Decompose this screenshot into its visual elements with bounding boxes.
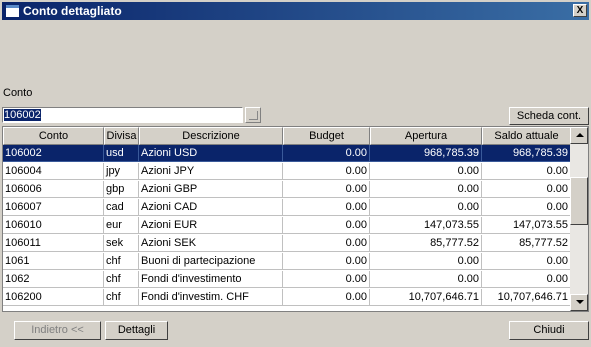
cell-conto: 106011	[3, 235, 104, 252]
cell-budget: 0.00	[283, 163, 370, 180]
cell-descrizione: Azioni SEK	[139, 235, 283, 252]
vertical-scrollbar[interactable]	[570, 127, 588, 311]
window-icon	[6, 5, 19, 17]
indietro-button[interactable]: Indietro <<	[14, 321, 101, 340]
cell-descrizione: Fondi d'investim. CHF	[139, 289, 283, 306]
cell-apertura: 0.00	[370, 181, 482, 198]
table-row[interactable]: 106007 cad Azioni CAD 0.00 0.00 0.00	[3, 199, 571, 216]
column-header-divisa[interactable]: Divisa	[104, 127, 139, 145]
cell-conto: 106006	[3, 181, 104, 198]
cell-saldo: 0.00	[482, 181, 571, 198]
cell-budget: 0.00	[283, 217, 370, 234]
cell-conto: 106004	[3, 163, 104, 180]
close-button[interactable]: X	[573, 4, 587, 17]
cell-apertura: 0.00	[370, 253, 482, 270]
column-header-saldo[interactable]: Saldo attuale	[482, 127, 571, 145]
table-row[interactable]: 106002 usd Azioni USD 0.00 968,785.39 968,785…	[3, 145, 571, 162]
dettagli-button[interactable]: Dettagli	[105, 321, 168, 340]
cell-divisa: eur	[104, 217, 139, 234]
cell-divisa: chf	[104, 289, 139, 306]
conto-dettagliato-window: Conto dettagliato X Conto 106002 Scheda …	[0, 0, 591, 347]
title-bar: Conto dettagliato X	[2, 2, 589, 20]
cell-apertura: 85,777.52	[370, 235, 482, 252]
conto-input-value: 106002	[4, 109, 41, 121]
cell-saldo: 0.00	[482, 199, 571, 216]
cell-divisa: usd	[104, 145, 139, 162]
cell-divisa: gbp	[104, 181, 139, 198]
conto-input[interactable]: 106002	[2, 107, 243, 123]
table-row[interactable]: 106006 gbp Azioni GBP 0.00 0.00 0.00	[3, 181, 571, 198]
cell-saldo: 147,073.55	[482, 217, 571, 234]
arrow-up-icon	[576, 133, 584, 137]
table-row[interactable]: 106004 jpy Azioni JPY 0.00 0.00 0.00	[3, 163, 571, 180]
arrow-down-icon	[576, 300, 584, 304]
cell-apertura: 10,707,646.71	[370, 289, 482, 306]
cell-divisa: chf	[104, 271, 139, 288]
scroll-thumb[interactable]	[570, 177, 588, 225]
cell-saldo: 968,785.39	[482, 145, 571, 162]
cell-conto: 106200	[3, 289, 104, 306]
cell-budget: 0.00	[283, 253, 370, 270]
scheda-cont-button[interactable]: Scheda cont.	[509, 107, 589, 125]
cell-saldo: 85,777.52	[482, 235, 571, 252]
accounts-table: Conto Divisa Descrizione Budget Apertura Sald…	[2, 126, 589, 312]
scroll-up-button[interactable]	[570, 127, 588, 144]
cell-budget: 0.00	[283, 271, 370, 288]
cell-budget: 0.00	[283, 181, 370, 198]
cell-descrizione: Fondi d'investimento	[139, 271, 283, 288]
cell-saldo: 10,707,646.71	[482, 289, 571, 306]
table-row[interactable]: 106010 eur Azioni EUR 0.00 147,073.55 147,073…	[3, 217, 571, 234]
window-title: Conto dettagliato	[23, 4, 122, 18]
cell-apertura: 0.00	[370, 199, 482, 216]
table-row[interactable]: 106011 sek Azioni SEK 0.00 85,777.52 85,777.5…	[3, 235, 571, 252]
scroll-down-button[interactable]	[570, 294, 588, 311]
table-row[interactable]: 106200 chf Fondi d'investim. CHF 0.00 10,707…	[3, 289, 571, 306]
cell-conto: 106002	[3, 145, 104, 162]
cell-descrizione: Azioni EUR	[139, 217, 283, 234]
cell-conto: 106010	[3, 217, 104, 234]
conto-label: Conto	[3, 87, 33, 99]
column-header-conto[interactable]: Conto	[3, 127, 104, 145]
cell-divisa: sek	[104, 235, 139, 252]
lookup-button[interactable]	[245, 107, 261, 123]
column-header-descrizione[interactable]: Descrizione	[139, 127, 283, 145]
cell-descrizione: Azioni USD	[139, 145, 283, 162]
column-header-apertura[interactable]: Apertura	[370, 127, 482, 145]
cell-apertura: 0.00	[370, 163, 482, 180]
cell-apertura: 147,073.55	[370, 217, 482, 234]
cell-budget: 0.00	[283, 289, 370, 306]
cell-divisa: jpy	[104, 163, 139, 180]
chiudi-button[interactable]: Chiudi	[509, 321, 589, 340]
cell-saldo: 0.00	[482, 253, 571, 270]
cell-conto: 106007	[3, 199, 104, 216]
cell-budget: 0.00	[283, 235, 370, 252]
cell-conto: 1062	[3, 271, 104, 288]
table-row[interactable]: 1061 chf Buoni di partecipazione 0.00 0.00 0.…	[3, 253, 571, 270]
cell-descrizione: Azioni GBP	[139, 181, 283, 198]
cell-budget: 0.00	[283, 145, 370, 162]
cell-descrizione: Buoni di partecipazione	[139, 253, 283, 270]
cell-divisa: chf	[104, 253, 139, 270]
cell-apertura: 968,785.39	[370, 145, 482, 162]
cell-apertura: 0.00	[370, 271, 482, 288]
cell-saldo: 0.00	[482, 271, 571, 288]
cell-conto: 1061	[3, 253, 104, 270]
table-row[interactable]: 1062 chf Fondi d'investimento 0.00 0.00 0.00	[3, 271, 571, 288]
cell-divisa: cad	[104, 199, 139, 216]
cell-descrizione: Azioni CAD	[139, 199, 283, 216]
cell-descrizione: Azioni JPY	[139, 163, 283, 180]
cell-saldo: 0.00	[482, 163, 571, 180]
cell-budget: 0.00	[283, 199, 370, 216]
column-header-budget[interactable]: Budget	[283, 127, 370, 145]
lookup-icon	[249, 111, 258, 120]
